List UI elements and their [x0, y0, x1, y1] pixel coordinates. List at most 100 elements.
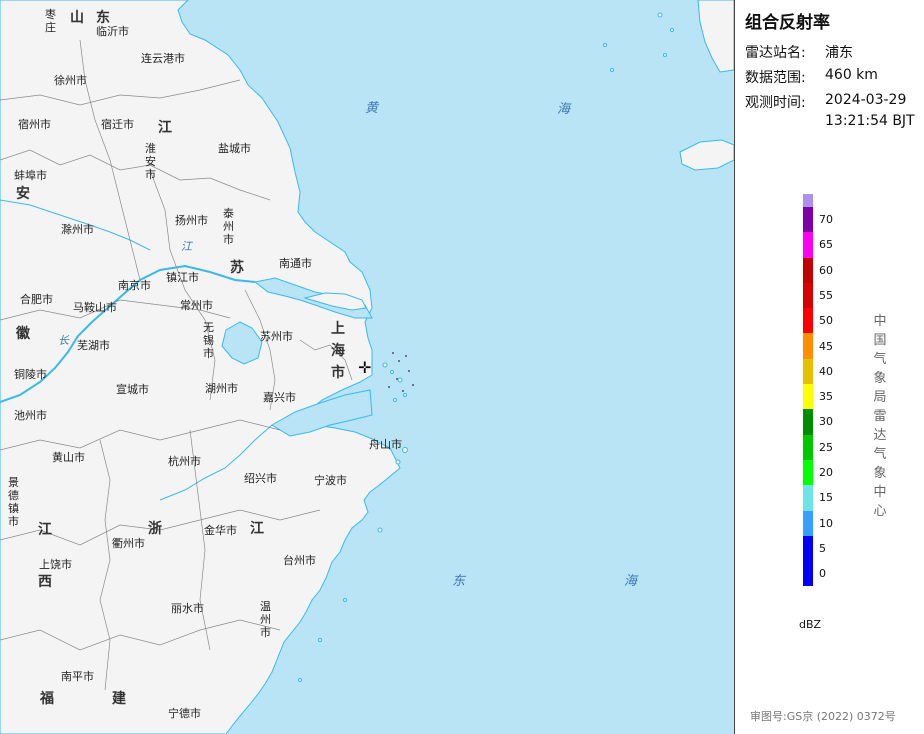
city-nantong: 南通市	[279, 257, 312, 270]
city-yancheng: 盐城市	[218, 142, 251, 155]
city-nanping: 南平市	[61, 670, 94, 683]
legend-tick-label: 5	[819, 541, 826, 555]
city-ningde: 宁德市	[168, 707, 201, 720]
legend-swatch	[803, 485, 813, 511]
legend-swatch	[803, 358, 813, 385]
station-label: 雷达站名:	[745, 45, 806, 61]
city-hangzhou: 杭州市	[168, 455, 201, 468]
city-linyi: 临沂市	[96, 25, 129, 38]
legend-tick-label: 25	[819, 440, 833, 454]
city-zaozhuang: 枣庄	[45, 8, 56, 34]
city-jinhua: 金华市	[204, 524, 237, 537]
province-anhui-1: 安	[16, 186, 30, 202]
city-quzhou: 衢州市	[112, 537, 145, 550]
legend-swatch	[803, 409, 813, 435]
product-title: 组合反射率	[745, 13, 830, 33]
range-value: 460 km	[825, 67, 878, 83]
range-label: 数据范围:	[745, 70, 806, 86]
city-xuzhou: 徐州市	[54, 74, 87, 87]
city-ningbo: 宁波市	[314, 474, 347, 487]
city-suqian: 宿迁市	[101, 118, 134, 131]
legend-swatch	[803, 535, 813, 562]
organization-label: 中国气象局雷达气象中心	[873, 314, 887, 519]
province-zhejiang-1: 浙	[148, 521, 162, 537]
city-huzhou: 湖州市	[205, 382, 238, 395]
city-wenzhou: 温州市	[260, 600, 271, 639]
city-tongling: 铜陵市	[14, 368, 47, 381]
city-yangzhou: 扬州市	[175, 214, 208, 227]
station-value: 浦东	[825, 45, 853, 61]
province-jiangxi-1: 江	[38, 522, 52, 538]
legend-swatch	[803, 333, 813, 359]
legend-tick-label: 35	[819, 390, 833, 404]
city-maanshan: 马鞍山市	[73, 301, 117, 314]
station-row: 雷达站名: 浦东	[745, 42, 853, 62]
city-nanjing: 南京市	[118, 279, 151, 292]
city-lianyungang: 连云港市	[141, 52, 185, 65]
province-fujian-1: 福	[40, 691, 54, 707]
city-chizhou: 池州市	[14, 409, 47, 422]
city-huangshan: 黄山市	[52, 451, 85, 464]
radar-station-marker-icon[interactable]: ✛	[358, 360, 371, 376]
legend-unit: dBZ	[799, 618, 822, 631]
legend-tick-label: 10	[819, 516, 833, 530]
city-zhenjiang: 镇江市	[166, 271, 199, 284]
color-legend-bar	[803, 194, 813, 587]
city-bengbu: 蚌埠市	[14, 169, 47, 182]
city-changzhou: 常州市	[180, 299, 213, 312]
city-chuzhou: 滁州市	[61, 223, 94, 236]
time-row: 观测时间: 2024-03-29	[745, 92, 906, 112]
river-label-jiang: 江	[181, 240, 192, 253]
legend-tick-label: 40	[819, 364, 833, 378]
legend-tick-label: 55	[819, 288, 833, 302]
legend-swatch	[803, 561, 813, 587]
city-suzhou-ah: 宿州市	[18, 118, 51, 131]
province-anhui-2: 徽	[16, 326, 30, 342]
city-xuancheng: 宣城市	[116, 383, 149, 396]
city-jiaxing: 嘉兴市	[263, 391, 296, 404]
legend-tick-label: 70	[819, 213, 833, 226]
map-view[interactable]: 黄 海 东 海 山东 江 苏 安 徽 上海市 浙 江 江 西 福 建 枣庄 临沂…	[0, 0, 735, 734]
city-shaoxing: 绍兴市	[244, 472, 277, 485]
time-label: 观测时间:	[745, 95, 806, 111]
legend-swatch	[803, 194, 813, 207]
sea-label-dong: 东	[452, 574, 466, 589]
legend-tick-label: 15	[819, 491, 833, 505]
info-panel: 组合反射率 雷达站名: 浦东 数据范围: 460 km 观测时间: 2024-0…	[735, 0, 924, 734]
legend-swatch	[803, 257, 813, 283]
city-shangrao: 上饶市	[39, 558, 72, 571]
city-hefei: 合肥市	[20, 293, 53, 306]
province-jiangsu-2: 苏	[230, 260, 244, 276]
legend-tick-label: 45	[819, 339, 833, 353]
legend-swatch	[803, 459, 813, 486]
province-fujian-2: 建	[112, 691, 126, 707]
legend-swatch	[803, 510, 813, 536]
legend-tick-label: 30	[819, 415, 833, 429]
province-shandong: 山东	[70, 10, 122, 26]
sea-label-hai-1: 海	[557, 102, 571, 117]
time-clock: 13:21:54 BJT	[825, 113, 915, 129]
city-taizhou-js: 泰州市	[223, 207, 234, 246]
city-suzhou-js: 苏州市	[260, 330, 293, 343]
legend-tick-label: 65	[819, 238, 833, 252]
city-taizhou-zj: 台州市	[283, 554, 316, 567]
legend-tick-label: 50	[819, 314, 833, 328]
city-lishui: 丽水市	[171, 602, 204, 615]
city-huaian: 淮安市	[145, 142, 156, 181]
sea-label-huang: 黄	[365, 101, 379, 116]
province-shanghai: 上海市	[331, 321, 345, 381]
legend-tick-label: 0	[819, 567, 826, 581]
province-jiangxi-2: 西	[38, 574, 52, 590]
city-wuxi: 无锡市	[203, 321, 214, 360]
city-jingdezhen: 景德镇市	[8, 476, 19, 528]
legend-swatch	[803, 434, 813, 460]
legend-swatch	[803, 232, 813, 258]
approval-number: 审图号:GS京 (2022) 0372号	[750, 710, 896, 723]
range-row: 数据范围: 460 km	[745, 67, 878, 87]
time-date: 2024-03-29	[825, 92, 907, 108]
legend-swatch	[803, 308, 813, 334]
city-zhoushan: 舟山市	[369, 438, 402, 451]
city-wuhu: 芜湖市	[77, 339, 110, 352]
river-label-chang: 长	[58, 334, 69, 347]
province-zhejiang-2: 江	[250, 521, 264, 537]
